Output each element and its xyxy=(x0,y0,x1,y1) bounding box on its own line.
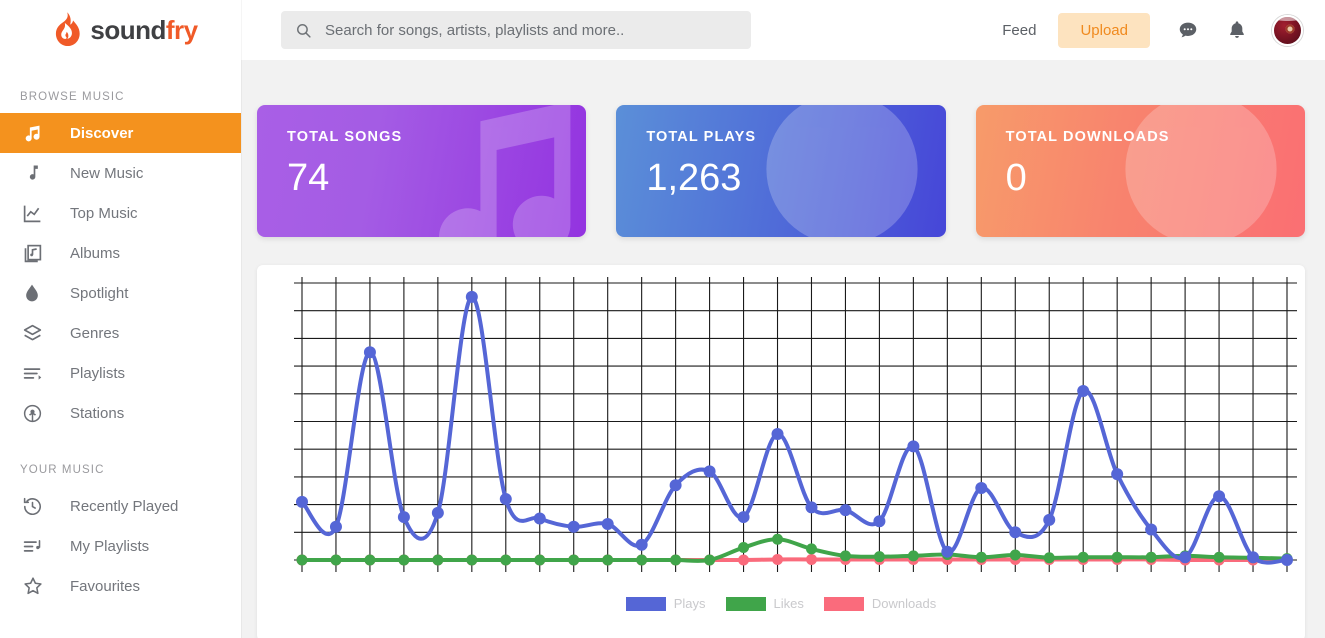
stat-card-total-plays[interactable]: TOTAL PLAYS 1,263 xyxy=(616,105,946,237)
line-chart-icon xyxy=(22,201,48,225)
music-notes-icon xyxy=(22,121,48,145)
layers-icon xyxy=(22,321,48,345)
stat-card-value: 74 xyxy=(287,157,330,199)
upload-button[interactable]: Upload xyxy=(1058,12,1150,48)
radio-tower-icon xyxy=(22,401,48,425)
analytics-chart-card: Plays Likes Downloads xyxy=(257,265,1305,638)
sidebar-item-recently-played[interactable]: Recently Played xyxy=(0,486,241,526)
app-root: soundfry BROWSE MUSIC Discover New Music xyxy=(0,0,1325,638)
search-icon xyxy=(295,22,312,39)
analytics-line-chart xyxy=(294,277,1297,572)
sidebar-item-label: Top Music xyxy=(70,204,138,222)
flame-icon xyxy=(56,12,81,47)
chart-legend: Plays Likes Downloads xyxy=(257,596,1305,611)
stat-card-value: 0 xyxy=(1005,157,1027,199)
sidebar-item-new-music[interactable]: New Music xyxy=(0,153,241,193)
header-actions: Feed Upload xyxy=(1002,12,1303,48)
legend-swatch xyxy=(725,596,766,611)
sidebar-item-my-playlists[interactable]: My Playlists xyxy=(0,526,241,566)
sidebar-item-label: Recently Played xyxy=(70,497,179,515)
album-icon xyxy=(22,241,48,265)
main-region: Feed Upload TOTAL SONGS 74 xyxy=(241,0,1325,638)
sidebar-section-your-music-label: YOUR MUSIC xyxy=(20,464,105,476)
sidebar-item-label: Stations xyxy=(70,404,125,422)
sidebar-item-discover[interactable]: Discover xyxy=(0,113,241,153)
legend-swatch xyxy=(823,596,864,611)
sidebar-item-label: Spotlight xyxy=(70,284,129,302)
sidebar-item-label: Favourites xyxy=(70,577,141,595)
sidebar-item-top-music[interactable]: Top Music xyxy=(0,193,241,233)
sidebar-item-label: Albums xyxy=(70,244,121,262)
search-input[interactable] xyxy=(325,21,737,39)
bell-icon[interactable] xyxy=(1226,19,1248,41)
sidebar-your-music-list: Recently Played My Playlists Favourites xyxy=(0,486,241,606)
sidebar-item-genres[interactable]: Genres xyxy=(0,313,241,353)
brand-name-part1: sound xyxy=(90,14,166,45)
brand-logo[interactable]: soundfry xyxy=(0,0,241,60)
brand-name: soundfry xyxy=(90,14,198,46)
sidebar-item-label: Discover xyxy=(70,124,134,142)
top-header: Feed Upload xyxy=(241,0,1325,60)
sidebar-item-label: Genres xyxy=(70,324,120,342)
stat-card-value: 1,263 xyxy=(646,157,742,199)
stat-card-title: TOTAL DOWNLOADS xyxy=(1005,129,1170,145)
sidebar-browse-list: Discover New Music Top Music Albums Spot… xyxy=(0,113,241,433)
legend-item[interactable]: Downloads xyxy=(823,596,937,611)
sidebar-item-albums[interactable]: Albums xyxy=(0,233,241,273)
playlist-music-icon xyxy=(22,534,48,558)
music-note-icon xyxy=(22,161,48,185)
legend-item[interactable]: Plays xyxy=(625,596,706,611)
stat-card-title: TOTAL PLAYS xyxy=(646,129,757,145)
legend-label: Downloads xyxy=(871,596,937,611)
stat-card-total-songs[interactable]: TOTAL SONGS 74 xyxy=(257,105,587,237)
legend-label: Likes xyxy=(773,596,804,611)
legend-swatch xyxy=(625,596,666,611)
avatar[interactable] xyxy=(1272,14,1303,46)
brand-name-part2: fry xyxy=(165,14,198,45)
sidebar-item-favourites[interactable]: Favourites xyxy=(0,566,241,606)
sidebar-item-stations[interactable]: Stations xyxy=(0,393,241,433)
droplet-icon xyxy=(22,281,48,305)
sidebar-item-playlists[interactable]: Playlists xyxy=(0,353,241,393)
sidebar-item-label: Playlists xyxy=(70,364,126,382)
playlist-lines-icon xyxy=(22,361,48,385)
sidebar: soundfry BROWSE MUSIC Discover New Music xyxy=(0,0,241,638)
search-box[interactable] xyxy=(281,11,751,49)
sidebar-item-spotlight[interactable]: Spotlight xyxy=(0,273,241,313)
legend-label: Plays xyxy=(673,596,706,611)
star-icon xyxy=(22,574,48,598)
history-clock-icon xyxy=(22,494,48,518)
stat-cards-row: TOTAL SONGS 74 TOTAL PLAYS 1,263 TOTAL D… xyxy=(257,105,1305,237)
sidebar-item-label: New Music xyxy=(70,164,144,182)
stat-card-total-downloads[interactable]: TOTAL DOWNLOADS 0 xyxy=(975,105,1305,237)
sidebar-section-browse-label: BROWSE MUSIC xyxy=(20,91,125,103)
sidebar-item-label: My Playlists xyxy=(70,537,150,555)
stat-card-title: TOTAL SONGS xyxy=(287,129,403,145)
feed-link[interactable]: Feed xyxy=(1002,22,1036,39)
chat-bubble-icon[interactable] xyxy=(1177,19,1199,41)
dashboard-content: TOTAL SONGS 74 TOTAL PLAYS 1,263 TOTAL D… xyxy=(241,60,1325,638)
legend-item[interactable]: Likes xyxy=(725,596,804,611)
